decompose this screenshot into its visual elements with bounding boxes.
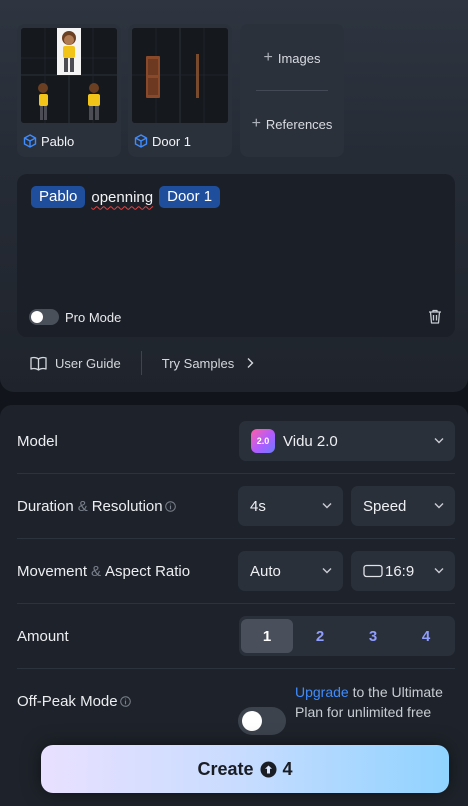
cube-icon xyxy=(23,134,37,148)
upgrade-link[interactable]: Upgrade xyxy=(295,684,349,700)
pablo-character-sheet xyxy=(21,28,117,123)
info-icon[interactable] xyxy=(164,501,176,512)
amount-option-4[interactable]: 4 xyxy=(400,619,452,653)
chevron-down-icon xyxy=(322,568,332,574)
aspect-ratio-select[interactable]: 16:9 xyxy=(351,551,455,591)
resolution-select[interactable]: Speed xyxy=(351,486,455,526)
duration-resolution-row: Duration & Resolution 4s Speed xyxy=(17,474,455,539)
amount-selector: 1 2 3 4 xyxy=(239,616,455,656)
plus-icon: + xyxy=(263,49,273,66)
model-row: Model 2.0 Vidu 2.0 xyxy=(17,409,455,474)
pro-mode-toggle[interactable] xyxy=(29,309,59,325)
movement-aspect-row: Movement & Aspect Ratio Auto 16:9 xyxy=(17,539,455,604)
resolution-value: Speed xyxy=(363,497,407,515)
try-samples-link[interactable]: Try Samples xyxy=(162,356,234,371)
door-object-sheet xyxy=(132,28,228,123)
amount-option-1[interactable]: 1 xyxy=(241,619,293,653)
movement-aspect-label: Movement & Aspect Ratio xyxy=(17,539,190,604)
off-peak-label: Off-Peak Mode xyxy=(17,669,131,734)
toggle-knob xyxy=(31,311,43,323)
upgrade-message: Upgrade to the Ultimate Plan for unlimit… xyxy=(295,682,455,722)
prompt-content: Pablo openning Door 1 xyxy=(31,186,221,208)
reference-name-door: Door 1 xyxy=(152,133,192,149)
amount-option-3[interactable]: 3 xyxy=(347,619,399,653)
duration-select[interactable]: 4s xyxy=(238,486,343,526)
door-thumbnail xyxy=(132,28,228,123)
info-icon[interactable] xyxy=(119,696,131,707)
reference-name-pablo: Pablo xyxy=(41,133,75,149)
amount-option-2[interactable]: 2 xyxy=(294,619,346,653)
aspect-ratio-value: 16:9 xyxy=(385,562,415,580)
aspect-label: Aspect Ratio xyxy=(105,563,191,580)
movement-label: Movement xyxy=(17,563,88,580)
add-images-button[interactable]: + Images xyxy=(240,47,344,69)
reference-card-door[interactable]: Door 1 xyxy=(128,24,232,157)
chevron-right-icon xyxy=(247,358,254,368)
vidu-logo-icon: 2.0 xyxy=(251,429,275,453)
create-button[interactable]: Create 4 xyxy=(41,745,449,793)
model-value: Vidu 2.0 xyxy=(283,432,338,450)
duration-value: 4s xyxy=(250,497,266,515)
divider xyxy=(256,90,328,91)
add-card: + Images + References xyxy=(240,24,344,157)
pablo-thumbnail xyxy=(21,28,117,123)
duration-resolution-label: Duration & Resolution xyxy=(17,474,176,539)
duration-label: Duration xyxy=(17,498,74,515)
model-label: Model xyxy=(17,433,58,450)
movement-value: Auto xyxy=(250,562,281,580)
amount-label: Amount xyxy=(17,628,69,645)
ampersand: & xyxy=(91,563,102,580)
pro-mode-toggle-row: Pro Mode xyxy=(29,308,121,326)
model-select[interactable]: 2.0 Vidu 2.0 xyxy=(239,421,455,461)
off-peak-label-text: Off-Peak Mode xyxy=(17,693,118,710)
user-guide-link[interactable]: User Guide xyxy=(55,356,121,371)
reference-card-pablo[interactable]: Pablo xyxy=(17,24,121,157)
plus-icon: + xyxy=(251,115,261,132)
reference-label: Door 1 xyxy=(134,132,191,150)
chevron-down-icon xyxy=(434,503,444,509)
create-label: Create xyxy=(197,758,254,779)
chevron-down-icon xyxy=(434,568,444,574)
reference-label: Pablo xyxy=(23,132,74,150)
trash-icon[interactable] xyxy=(427,308,443,325)
reference-chip-door[interactable]: Door 1 xyxy=(159,186,221,208)
prompt-text: openning xyxy=(91,188,154,206)
reference-panel: Pablo Door 1 + Images + References Pablo… xyxy=(0,0,468,392)
aspect-ratio-icon xyxy=(363,564,383,578)
movement-select[interactable]: Auto xyxy=(238,551,343,591)
book-icon xyxy=(30,356,47,371)
ampersand: & xyxy=(77,498,88,515)
add-references-label: References xyxy=(265,116,333,132)
pro-mode-label: Pro Mode xyxy=(65,309,122,325)
toggle-knob xyxy=(242,711,262,731)
resolution-label: Resolution xyxy=(91,498,163,515)
add-images-label: Images xyxy=(277,50,321,66)
credit-icon xyxy=(260,761,276,777)
divider xyxy=(140,351,142,375)
credit-count: 4 xyxy=(282,758,293,779)
cube-icon xyxy=(134,134,148,148)
reference-chip-pablo[interactable]: Pablo xyxy=(31,186,86,208)
amount-row: Amount 1 2 3 4 xyxy=(17,604,455,669)
add-references-button[interactable]: + References xyxy=(240,113,344,135)
chevron-down-icon xyxy=(322,503,332,509)
help-links: User Guide Try Samples xyxy=(30,351,254,375)
chevron-down-icon xyxy=(434,438,444,444)
prompt-input[interactable]: Pablo openning Door 1 Pro Mode xyxy=(17,174,455,337)
off-peak-toggle[interactable] xyxy=(238,707,286,735)
